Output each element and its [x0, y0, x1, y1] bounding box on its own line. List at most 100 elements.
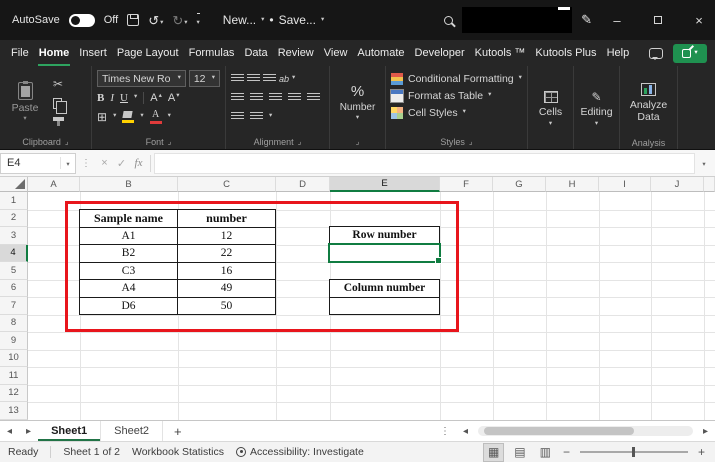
tab-kutools-plus[interactable]: Kutools Plus: [530, 40, 601, 66]
cell-e6[interactable]: Column number: [330, 280, 439, 297]
new-sheet-button[interactable]: +: [163, 424, 193, 439]
page-layout-view-button[interactable]: ▤: [510, 444, 529, 461]
cell-c4[interactable]: 22: [178, 245, 276, 263]
chevron-down-icon[interactable]: ▾: [269, 113, 272, 120]
customize-quick-access-button[interactable]: ▾: [197, 13, 200, 27]
copy-icon[interactable]: [53, 98, 62, 109]
column-header-i[interactable]: I: [599, 177, 651, 192]
zoom-slider-thumb[interactable]: [632, 447, 635, 457]
column-header-g[interactable]: G: [493, 177, 546, 192]
merge-center-icon[interactable]: [250, 112, 263, 121]
tab-developer[interactable]: Developer: [410, 40, 470, 66]
search-icon[interactable]: [444, 16, 453, 25]
cell-b3[interactable]: A1: [80, 228, 178, 246]
align-bottom-icon[interactable]: [263, 74, 276, 83]
cell-e7[interactable]: [330, 297, 439, 315]
format-painter-icon[interactable]: [53, 117, 64, 121]
redacted-account-area[interactable]: [462, 7, 572, 33]
row-header-9[interactable]: 9: [0, 332, 28, 350]
sheet-tab-sheet2[interactable]: Sheet2: [101, 421, 163, 441]
chevron-down-icon[interactable]: ▾: [66, 161, 69, 168]
save-status-label[interactable]: Save...: [279, 13, 316, 27]
scrollbar-thumb[interactable]: [484, 427, 634, 435]
insert-function-button[interactable]: fx: [130, 157, 147, 169]
redo-button[interactable]: ↻ ▾: [172, 14, 187, 27]
sheet-tab-sheet1[interactable]: Sheet1: [38, 421, 101, 441]
row-header-4[interactable]: 4: [0, 245, 28, 263]
underline-button[interactable]: U: [120, 92, 128, 104]
row-header-2[interactable]: 2: [0, 210, 28, 228]
row-header-12[interactable]: 12: [0, 385, 28, 403]
cancel-button[interactable]: ×: [96, 157, 113, 169]
cell-styles-button[interactable]: Cell Styles ▾: [391, 104, 522, 121]
bold-button[interactable]: B: [97, 92, 104, 104]
cell-c3[interactable]: 12: [178, 228, 276, 246]
close-button[interactable]: ×: [683, 0, 715, 40]
autosave-toggle[interactable]: [69, 14, 95, 27]
autosave-state[interactable]: Off: [104, 14, 118, 26]
dialog-launcher-icon[interactable]: ⌟: [469, 137, 473, 146]
dialog-launcher-icon[interactable]: ⌟: [298, 137, 302, 146]
dialog-launcher-icon[interactable]: ⌟: [168, 137, 172, 146]
dialog-launcher-icon[interactable]: ⌟: [65, 137, 69, 146]
font-size-combo[interactable]: 12 ▾: [189, 70, 220, 87]
zoom-out-button[interactable]: −: [561, 445, 572, 459]
normal-view-button[interactable]: ▦: [483, 443, 504, 462]
accessibility-status[interactable]: Accessibility: Investigate: [236, 446, 364, 458]
chevron-down-icon[interactable]: ▾: [184, 20, 187, 27]
cell-b5[interactable]: C3: [80, 263, 178, 281]
tab-kutools[interactable]: Kutools ™: [470, 40, 531, 66]
editing-button[interactable]: ✎ Editing ▾: [579, 70, 614, 149]
chevron-down-icon[interactable]: ▾: [321, 17, 324, 24]
column-header-h[interactable]: H: [546, 177, 599, 192]
tab-automate[interactable]: Automate: [352, 40, 409, 66]
sheet-nav-right-icon[interactable]: ▸: [19, 426, 38, 437]
enter-button[interactable]: ✓: [113, 157, 130, 170]
row-header-11[interactable]: 11: [0, 367, 28, 385]
italic-button[interactable]: I: [110, 92, 114, 104]
minimize-button[interactable]: –: [601, 0, 633, 40]
tab-page-layout[interactable]: Page Layout: [112, 40, 184, 66]
row-header-7[interactable]: 7: [0, 297, 28, 315]
align-right-icon[interactable]: [269, 93, 282, 102]
zoom-in-button[interactable]: +: [696, 445, 707, 459]
dialog-launcher-icon[interactable]: ⌟: [356, 137, 360, 146]
sheet-nav-left-icon[interactable]: ◂: [0, 426, 19, 437]
share-button[interactable]: ▾: [673, 44, 707, 63]
chevron-down-icon[interactable]: ▾: [160, 20, 163, 27]
column-header-j[interactable]: J: [651, 177, 704, 192]
formula-bar-expand-icon[interactable]: ▾: [702, 161, 705, 168]
row-header-10[interactable]: 10: [0, 350, 28, 368]
increase-indent-icon[interactable]: [307, 93, 320, 102]
row-header-1[interactable]: 1: [0, 192, 28, 210]
document-title[interactable]: New...: [223, 13, 256, 27]
cell-b2[interactable]: Sample name: [80, 210, 178, 228]
workbook-statistics-button[interactable]: Workbook Statistics: [132, 446, 224, 458]
chevron-down-icon[interactable]: ▾: [261, 17, 264, 24]
undo-button[interactable]: ↺ ▾: [148, 14, 163, 27]
tab-formulas[interactable]: Formulas: [184, 40, 240, 66]
column-header-c[interactable]: C: [178, 177, 276, 192]
column-header-partial[interactable]: [704, 177, 715, 192]
cell-c2[interactable]: number: [178, 210, 276, 228]
format-as-table-button[interactable]: Format as Table ▾: [391, 87, 522, 104]
cell-b7[interactable]: D6: [80, 298, 178, 316]
row-header-13[interactable]: 13: [0, 402, 28, 420]
cut-icon[interactable]: ✂: [53, 78, 63, 90]
row-header-6[interactable]: 6: [0, 280, 28, 298]
column-header-b[interactable]: B: [80, 177, 178, 192]
tab-insert[interactable]: Insert: [74, 40, 112, 66]
comments-icon[interactable]: [649, 48, 663, 59]
column-header-d[interactable]: D: [276, 177, 330, 192]
worksheet-grid[interactable]: Sample name number A1 12 B2 22 C3 16 A4 …: [0, 177, 715, 420]
maximize-button[interactable]: [642, 0, 674, 40]
chevron-down-icon[interactable]: ▾: [113, 113, 116, 120]
horizontal-scrollbar[interactable]: [478, 426, 693, 436]
select-all-corner[interactable]: [0, 177, 28, 192]
decrease-indent-icon[interactable]: [288, 93, 301, 102]
row-header-3[interactable]: 3: [0, 227, 28, 245]
cells-button[interactable]: Cells ▾: [533, 70, 568, 149]
chevron-down-icon[interactable]: ▾: [140, 113, 143, 120]
orientation-icon[interactable]: ab: [279, 74, 289, 84]
tab-file[interactable]: File: [6, 40, 34, 66]
